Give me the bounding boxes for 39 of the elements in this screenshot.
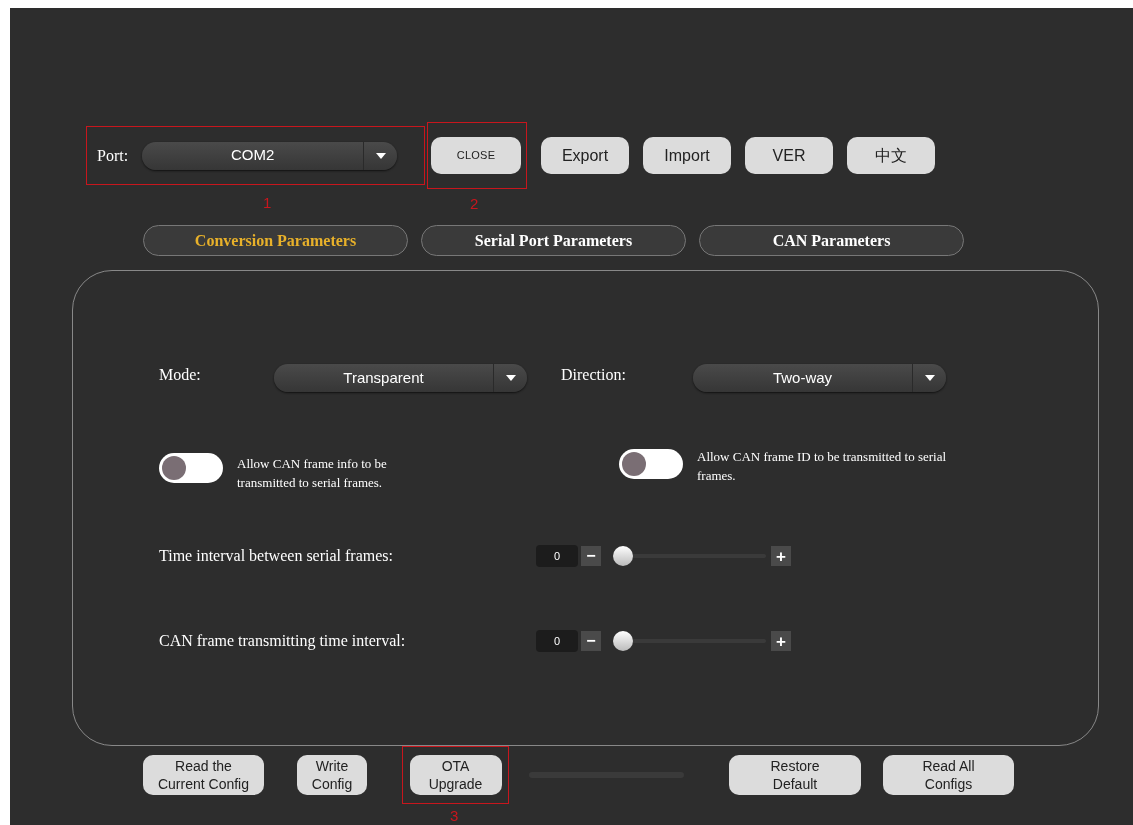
number-field[interactable]: 0 bbox=[536, 630, 578, 652]
action-button[interactable]: Write Config bbox=[297, 754, 367, 795]
tab[interactable]: CAN Parameters bbox=[699, 225, 964, 256]
field-label: Direction: bbox=[561, 365, 627, 385]
top-button[interactable]: CLOSE bbox=[431, 137, 521, 174]
field-label: Mode: bbox=[159, 365, 202, 385]
action-button[interactable]: Read the Current Config bbox=[143, 754, 264, 795]
caret-icon bbox=[375, 152, 386, 159]
plus-button[interactable]: + bbox=[771, 546, 791, 566]
plus-button[interactable]: + bbox=[771, 631, 791, 651]
annotation-number: 3 bbox=[450, 807, 459, 823]
caret-icon bbox=[924, 375, 935, 381]
slider-thumb[interactable] bbox=[613, 546, 633, 566]
slider-label: CAN frame transmitting time interval: bbox=[159, 631, 407, 652]
slider-thumb[interactable] bbox=[613, 631, 633, 651]
top-button[interactable]: VER bbox=[745, 137, 833, 174]
port-label: Port: bbox=[97, 145, 129, 166]
toggle-switch[interactable] bbox=[619, 449, 683, 479]
number-field[interactable]: 0 bbox=[536, 545, 578, 567]
toggle-switch[interactable] bbox=[159, 453, 223, 483]
annotation-number: 2 bbox=[470, 196, 479, 211]
action-button[interactable]: Restore Default bbox=[729, 754, 861, 795]
action-button[interactable]: OTA Upgrade bbox=[409, 754, 502, 795]
dropdown[interactable]: COM2 bbox=[142, 141, 398, 170]
toggle-label: Allow CAN frame ID to be transmitted to serial frames. bbox=[697, 448, 947, 485]
dropdown[interactable]: Transparent bbox=[274, 364, 527, 392]
action-button[interactable]: Read All Configs bbox=[883, 754, 1014, 795]
tab[interactable]: Serial Port Parameters bbox=[421, 225, 686, 256]
top-button[interactable]: Export bbox=[541, 137, 629, 174]
minus-button[interactable]: − bbox=[581, 631, 601, 651]
top-button[interactable]: Import bbox=[643, 137, 731, 174]
dropdown[interactable]: Two-way bbox=[693, 364, 946, 392]
top-button[interactable]: 中文 bbox=[847, 137, 935, 174]
tab[interactable]: Conversion Parameters bbox=[143, 225, 408, 256]
toggle-label: Allow CAN frame info to be transmitted to serial frames. bbox=[237, 455, 388, 492]
annotation-number: 1 bbox=[263, 195, 272, 210]
slider-label: Time interval between serial frames: bbox=[159, 546, 394, 566]
minus-button[interactable]: − bbox=[581, 546, 601, 566]
caret-icon bbox=[505, 375, 516, 381]
